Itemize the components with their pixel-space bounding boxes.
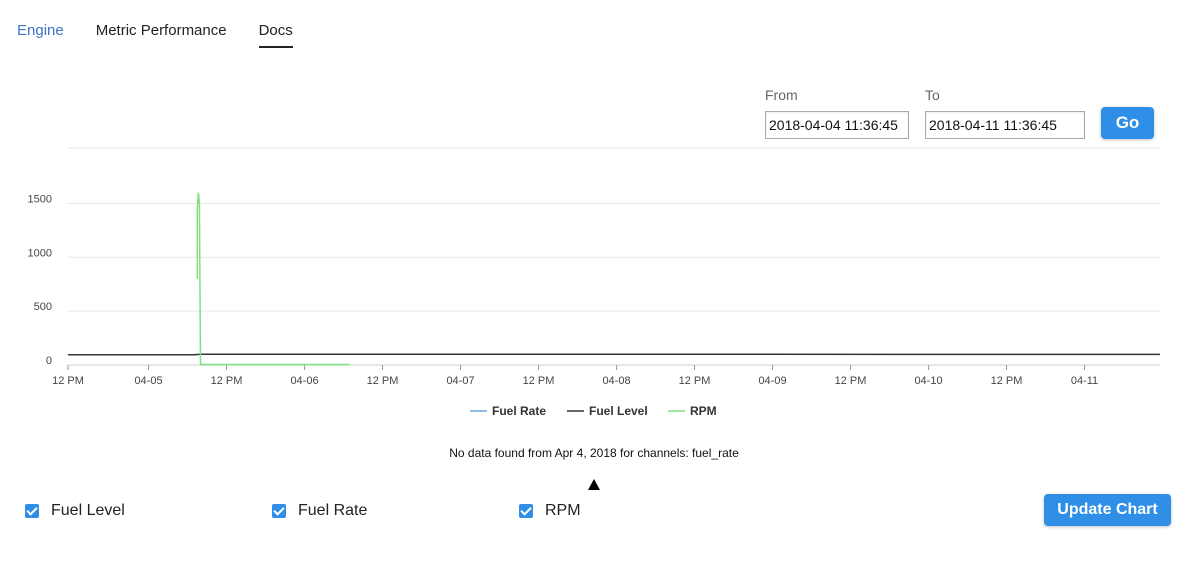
channel-label-fuel-level: Fuel Level xyxy=(51,502,125,519)
x-tick-label: 12 PM xyxy=(523,375,555,387)
x-tick-label: 12 PM xyxy=(367,375,399,387)
x-tick-label: 04-06 xyxy=(290,375,318,387)
update-chart-button[interactable]: Update Chart xyxy=(1044,494,1171,526)
channel-checkbox-rpm[interactable]: RPM xyxy=(519,502,581,520)
checkbox-checked-icon[interactable] xyxy=(519,504,533,518)
nav-tabs: Engine Metric Performance Docs xyxy=(17,22,293,48)
x-tick-label: 12 PM xyxy=(835,375,867,387)
legend-label: Fuel Level xyxy=(589,404,648,418)
series-line-rpm xyxy=(196,192,350,366)
channel-label-rpm: RPM xyxy=(545,502,581,519)
legend-label: Fuel Rate xyxy=(492,404,546,418)
to-label: To xyxy=(925,87,940,103)
tab-docs[interactable]: Docs xyxy=(258,22,293,48)
line-chart: 0 500 1000 1500 12 PM 04-05 12 PM 04-06 12 PM 04-… xyxy=(28,147,1160,418)
y-tick-label: 500 xyxy=(34,301,52,313)
tab-metric-performance[interactable]: Metric Performance xyxy=(96,22,227,48)
tab-engine[interactable]: Engine xyxy=(17,22,64,48)
checkbox-checked-icon[interactable] xyxy=(272,504,286,518)
x-tick-label: 12 PM xyxy=(211,375,243,387)
x-tick-label: 12 PM xyxy=(52,375,84,387)
y-tick-label: 1000 xyxy=(28,247,52,259)
x-tick-label: 12 PM xyxy=(991,375,1023,387)
x-tick-label: 12 PM xyxy=(679,375,711,387)
x-tick-label: 04-10 xyxy=(914,375,942,387)
x-tick-label: 04-05 xyxy=(134,375,162,387)
triangle-up-icon[interactable] xyxy=(588,479,600,490)
from-label: From xyxy=(765,87,798,103)
series-line-fuel-level xyxy=(67,353,1160,356)
from-date-input[interactable] xyxy=(765,111,909,139)
x-tick-label: 04-08 xyxy=(602,375,630,387)
checkbox-checked-icon[interactable] xyxy=(25,504,39,518)
channel-checkbox-fuel-level[interactable]: Fuel Level xyxy=(25,502,125,520)
channel-checkbox-fuel-rate[interactable]: Fuel Rate xyxy=(272,502,367,520)
x-tick-label: 04-07 xyxy=(446,375,474,387)
x-tick-label: 04-11 xyxy=(1071,375,1098,387)
to-date-input[interactable] xyxy=(925,111,1085,139)
channel-label-fuel-rate: Fuel Rate xyxy=(298,502,368,519)
legend-label: RPM xyxy=(690,404,717,418)
no-data-message: No data found from Apr 4, 2018 for chann… xyxy=(449,446,739,460)
y-tick-label: 1500 xyxy=(28,193,52,205)
x-tick-label: 04-09 xyxy=(758,375,786,387)
y-tick-label: 0 xyxy=(46,355,52,367)
go-button[interactable]: Go xyxy=(1101,107,1154,139)
